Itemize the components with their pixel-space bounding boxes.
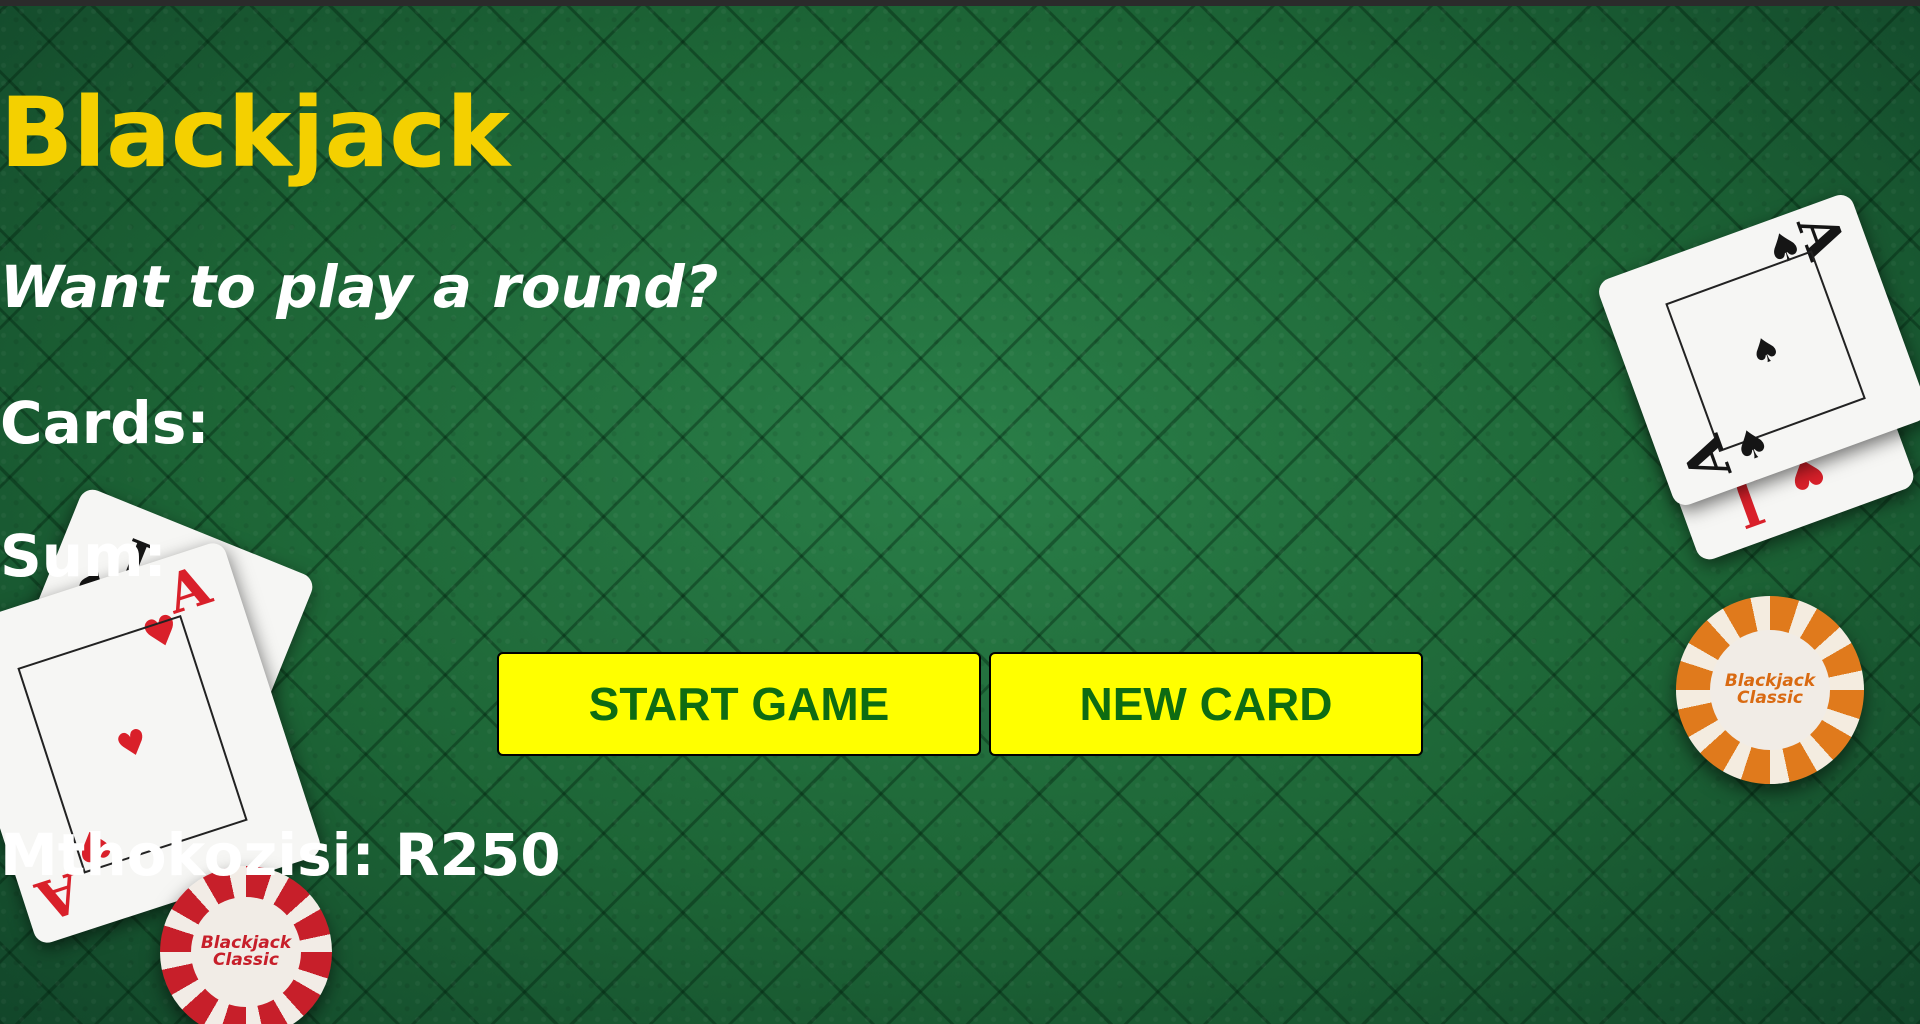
chip-logo: Blackjack Classic xyxy=(1709,629,1831,751)
start-game-button[interactable]: START GAME xyxy=(497,652,981,756)
player-balance: Mthokozisi: R250 xyxy=(0,821,561,889)
poker-chip-orange: Blackjack Classic xyxy=(1676,596,1864,784)
sum-display: Sum: xyxy=(0,522,167,590)
new-card-button[interactable]: NEW CARD xyxy=(989,652,1423,756)
heart-icon: ♥ xyxy=(111,720,154,769)
cards-display: Cards: xyxy=(0,389,210,457)
chip-logo: Blackjack Classic xyxy=(190,896,302,1008)
game-title: Blackjack xyxy=(0,77,511,189)
game-message: Want to play a round? xyxy=(0,253,719,321)
spade-icon: ♠ xyxy=(1744,327,1787,376)
